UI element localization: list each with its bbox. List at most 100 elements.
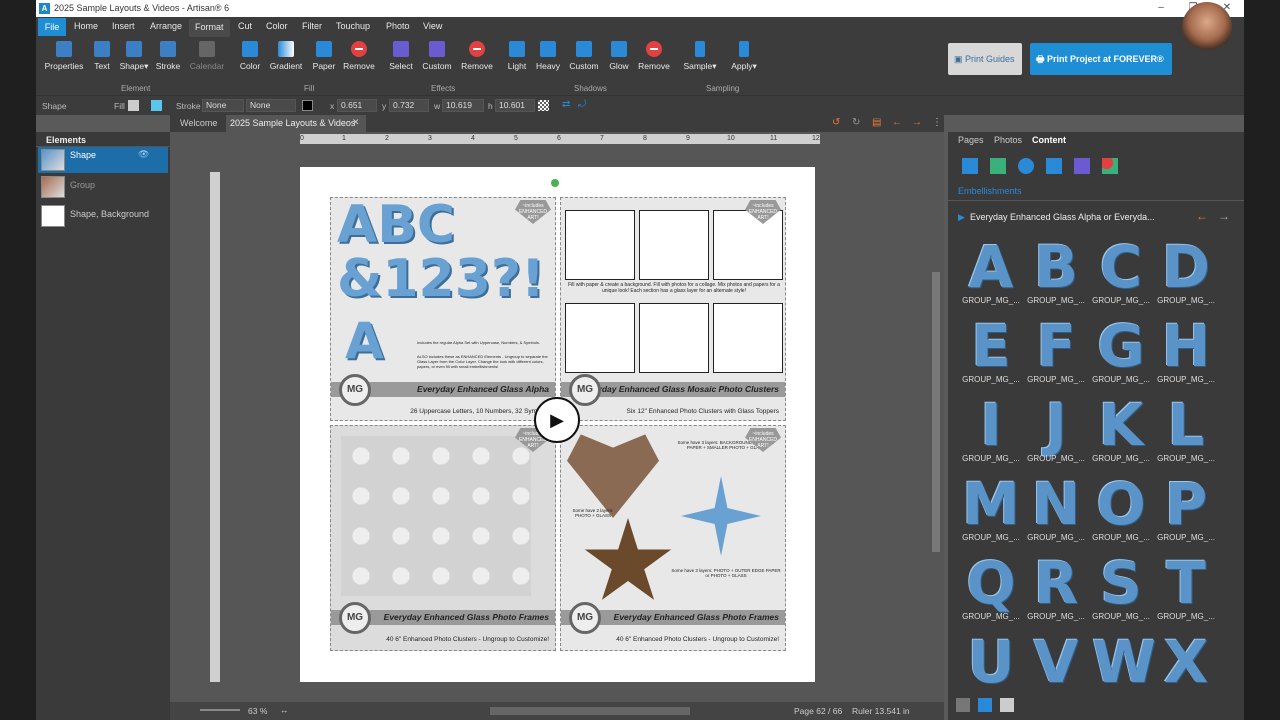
minimize-icon[interactable]: – [1154,2,1168,14]
layout-category-icon[interactable] [1074,158,1090,174]
shadow-heavy-button[interactable]: Heavy [534,41,562,71]
undo-icon[interactable]: ↺ [832,117,840,128]
embellishment-item[interactable]: S GROUP_MG_... [1092,552,1150,621]
grid-medium-view-icon[interactable] [978,698,992,712]
print-guides-button[interactable]: ▣ Print Guides [948,43,1022,75]
embellishment-item[interactable]: W [1092,631,1156,693]
shape-button[interactable]: Shape▾ [118,41,150,72]
embellishment-item[interactable]: E GROUP_MG_... [962,315,1020,384]
embellishment-item[interactable]: Q GROUP_MG_... [962,552,1020,621]
embellishment-item[interactable]: A GROUP_MG_... [962,236,1020,305]
effects-custom-button[interactable]: Custom [420,41,454,71]
embellishment-item[interactable]: M GROUP_MG_... [962,473,1020,542]
redo-icon[interactable]: ↻ [852,117,860,128]
embellishment-item[interactable]: B GROUP_MG_... [1027,236,1085,305]
color-category-icon[interactable] [1102,158,1118,174]
photo-frames-preview[interactable]: Some have 3 layers: BACKGROUND PHOTO or … [560,425,786,651]
text-button[interactable]: Text [91,41,113,71]
embellishment-item[interactable]: T GROUP_MG_... [1157,552,1215,621]
effects-remove-button[interactable]: Remove [460,41,494,71]
text-category-icon[interactable] [1046,158,1062,174]
prev-page-icon[interactable]: ← [892,117,902,128]
visibility-icon[interactable]: 👁 [138,149,149,160]
shadow-custom-button[interactable]: Custom [566,41,602,71]
frames-kit-preview[interactable]: ~includes ENHANCED ART! Everyday Enhance… [330,425,556,651]
rotate-handle[interactable] [551,179,559,187]
embellishment-item[interactable]: X [1157,631,1215,693]
menu-insert[interactable]: Insert [112,21,135,31]
fill-pattern-swatch[interactable] [128,100,139,111]
fill-color-swatch[interactable] [151,100,162,111]
embellishment-item[interactable]: I GROUP_MG_... [962,394,1020,463]
embellishment-item[interactable]: R GROUP_MG_... [1027,552,1085,621]
menu-touchup[interactable]: Touchup [336,21,370,31]
more-icon[interactable]: ⋮ [932,117,942,128]
tab-welcome[interactable]: Welcome [180,118,217,128]
y-input[interactable]: 0.732 [389,99,429,112]
menu-photo[interactable]: Photo [386,21,410,31]
stroke-button[interactable]: Stroke [154,41,182,71]
horizontal-scrollbar[interactable] [490,707,690,715]
sample-button[interactable]: Sample▾ [682,41,718,72]
glow-button[interactable]: Glow [606,41,632,71]
fill-remove-button[interactable]: Remove [342,41,376,71]
play-video-icon[interactable]: ▶ [534,397,580,443]
embellishment-item[interactable]: O GROUP_MG_... [1092,473,1150,542]
mosaic-kit-preview[interactable]: Fill with paper & create a background. F… [560,197,786,421]
next-page-icon[interactable]: → [912,117,922,128]
close-tab-icon[interactable]: ✕ [352,117,360,128]
vertical-scrollbar[interactable] [932,272,940,552]
embellishment-category-icon[interactable] [1018,158,1034,174]
flip-icon[interactable]: ⇄ [562,99,570,110]
menu-arrange[interactable]: Arrange [150,21,182,31]
grid-small-view-icon[interactable] [956,698,970,712]
properties-button[interactable]: Properties [44,41,84,71]
fill-color-button[interactable]: Color [236,41,264,71]
element-row-background[interactable]: Shape, Background [38,203,168,229]
layout-page[interactable]: ABC &123?! A Includes the regular Alpha … [300,167,815,682]
menu-view[interactable]: View [423,21,442,31]
embellishment-item[interactable]: H GROUP_MG_... [1157,315,1215,384]
embellishment-item[interactable]: F GROUP_MG_... [1027,315,1085,384]
paper-category-icon[interactable] [962,158,978,174]
embellishment-item[interactable]: U [962,631,1020,693]
w-input[interactable]: 10.619 [442,99,484,112]
menu-cut[interactable]: Cut [238,21,252,31]
paper-button[interactable]: Paper [310,41,338,71]
embellishment-item[interactable]: N GROUP_MG_... [1027,473,1085,542]
embellishment-item[interactable]: V [1027,631,1085,693]
x-input[interactable]: 0.651 [337,99,377,112]
stroke-color-swatch[interactable] [302,100,313,111]
rotate-icon[interactable]: ⤾ [578,99,586,110]
embellishment-item[interactable]: C GROUP_MG_... [1092,236,1150,305]
stroke-style-select[interactable]: None [202,99,244,112]
grid-large-view-icon[interactable] [1000,698,1014,712]
tab-content[interactable]: Content [1032,135,1066,145]
folder-forward-icon[interactable]: → [1218,209,1230,223]
tab-pages[interactable]: Pages [958,135,984,145]
embellishment-item[interactable]: P GROUP_MG_... [1157,473,1215,542]
embellishment-item[interactable]: G GROUP_MG_... [1092,315,1150,384]
embellishment-item[interactable]: K GROUP_MG_... [1092,394,1150,463]
element-row-shape[interactable]: Shape 👁 [38,147,168,173]
embellishment-item[interactable]: D GROUP_MG_... [1157,236,1215,305]
alpha-kit-preview[interactable]: ABC &123?! A Includes the regular Alpha … [330,197,556,421]
save-icon[interactable]: ▤ [872,117,881,128]
menu-color[interactable]: Color [266,21,288,31]
calendar-button[interactable]: Calendar [188,41,226,71]
tab-document[interactable]: 2025 Sample Layouts & Videos ✕ [226,115,366,132]
stroke-width-select[interactable]: None [246,99,296,112]
zoom-slider[interactable] [200,709,240,711]
transparency-icon[interactable] [538,100,549,111]
h-input[interactable]: 10.601 [495,99,535,112]
apply-button[interactable]: Apply▾ [728,41,760,72]
folder-back-icon[interactable]: ← [1196,209,1208,223]
menu-filter[interactable]: Filter [302,21,322,31]
print-project-button[interactable]: 🖶 Print Project at FOREVER® [1030,43,1172,75]
file-menu[interactable]: File [38,18,66,36]
menu-home[interactable]: Home [74,21,98,31]
embellishment-item[interactable]: J GROUP_MG_... [1027,394,1085,463]
shadow-remove-button[interactable]: Remove [636,41,672,71]
embellishments-link[interactable]: Embellishments [958,186,1022,196]
photo-category-icon[interactable] [990,158,1006,174]
